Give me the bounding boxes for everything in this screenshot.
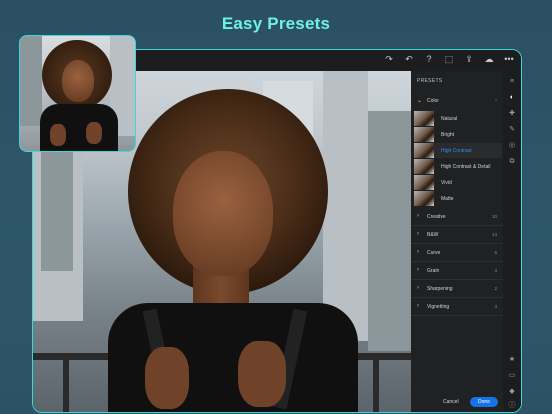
preset-label: High Contrast [441, 148, 472, 154]
preset-group-curve[interactable]: › Curve 5 [411, 245, 503, 262]
chevron-up-icon: ^ [494, 98, 497, 103]
more-icon[interactable]: ••• [503, 53, 515, 65]
preset-thumbnail [414, 127, 434, 142]
preset-item[interactable]: Natural [414, 111, 502, 126]
group-label: Creative [427, 214, 446, 220]
preset-label: Natural [441, 116, 458, 122]
preset-item[interactable]: Matte [414, 191, 502, 206]
comment-icon[interactable]: ▭ [507, 371, 517, 381]
undo-icon[interactable]: ↶ [403, 53, 415, 65]
preset-thumbnail [414, 159, 434, 174]
group-label: Sharpening [427, 286, 453, 292]
chevron-right-icon: › [417, 249, 419, 255]
preset-item-selected[interactable]: High Contrast [414, 143, 502, 158]
preset-item[interactable]: Bright [414, 127, 502, 142]
preset-item[interactable]: High Contrast & Detail [414, 159, 502, 174]
building [368, 111, 411, 351]
preset-group-sharpening[interactable]: › Sharpening 2 [411, 281, 503, 298]
group-count: 14 [491, 232, 497, 237]
help-icon[interactable]: ? [423, 53, 435, 65]
redo-icon[interactable]: ↷ [383, 53, 395, 65]
preset-item[interactable]: Vivid [414, 175, 502, 190]
preset-label: Bright [441, 132, 455, 138]
building [323, 71, 368, 341]
group-count: 3 [494, 268, 497, 273]
tag-icon[interactable]: ◆ [507, 387, 517, 397]
chevron-right-icon: › [417, 267, 419, 273]
preset-thumbnail [414, 143, 434, 158]
group-label: Grain [427, 268, 440, 274]
presets-panel: PRESETS ⌄ Color ^ Natural Bright High Co… [411, 71, 503, 412]
presets-icon[interactable]: ◐ [507, 93, 517, 103]
heal-icon[interactable]: ✚ [507, 109, 517, 119]
radial-icon[interactable]: ◎ [507, 141, 517, 151]
preset-label: Matte [441, 196, 454, 202]
panel-footer: Cancel Done [411, 394, 503, 412]
hand [86, 122, 102, 144]
info-icon[interactable]: ⓘ [507, 401, 517, 411]
preset-group-creative[interactable]: › Creative 10 [411, 209, 503, 226]
preset-thumbnail [414, 191, 434, 206]
versions-icon[interactable]: ⧉ [507, 157, 517, 167]
cloud-icon[interactable]: ☁ [483, 53, 495, 65]
preset-group-bw[interactable]: › B&W 14 [411, 227, 503, 244]
chevron-down-icon: ⌄ [417, 98, 423, 104]
group-label: Color [427, 98, 439, 104]
hand [238, 341, 286, 407]
face [62, 60, 94, 102]
panel-title: PRESETS [417, 78, 443, 84]
preset-group-grain[interactable]: › Grain 3 [411, 263, 503, 280]
group-label: Curve [427, 250, 441, 256]
export-icon[interactable]: ⇪ [463, 53, 475, 65]
building [20, 36, 42, 126]
hand [145, 347, 189, 409]
chevron-right-icon: › [417, 213, 419, 219]
original-photo-inset [19, 35, 136, 152]
edit-icon[interactable]: ≡ [507, 77, 517, 87]
preset-thumbnail [414, 175, 434, 190]
headline: Easy Presets [221, 14, 331, 33]
face [173, 151, 273, 276]
rail-post [373, 353, 379, 412]
brush-icon[interactable]: ✎ [507, 125, 517, 135]
cancel-button[interactable]: Cancel [443, 399, 459, 405]
preset-label: High Contrast & Detail [441, 164, 491, 170]
hand [50, 124, 66, 146]
group-count: 5 [494, 250, 497, 255]
group-label: B&W [427, 232, 439, 238]
preset-label: Vivid [441, 180, 452, 186]
preset-thumbnail [414, 111, 434, 126]
star-icon[interactable]: ★ [507, 355, 517, 365]
preset-group-vignetting[interactable]: › Vignetting 3 [411, 299, 503, 316]
rail-post [63, 353, 69, 412]
done-button[interactable]: Done [470, 397, 498, 407]
preset-group-color[interactable]: ⌄ Color ^ [411, 93, 503, 109]
group-count: 2 [494, 286, 497, 291]
chevron-right-icon: › [417, 231, 419, 237]
group-label: Vignetting [427, 304, 450, 310]
side-tool-rail: ≡ ◐ ✚ ✎ ◎ ⧉ ★ ▭ ◆ ⓘ [503, 71, 521, 412]
chevron-right-icon: › [417, 285, 419, 291]
chevron-right-icon: › [417, 303, 419, 309]
group-count: 3 [494, 304, 497, 309]
group-count: 10 [491, 214, 497, 219]
share-icon[interactable]: ⬚ [443, 53, 455, 65]
